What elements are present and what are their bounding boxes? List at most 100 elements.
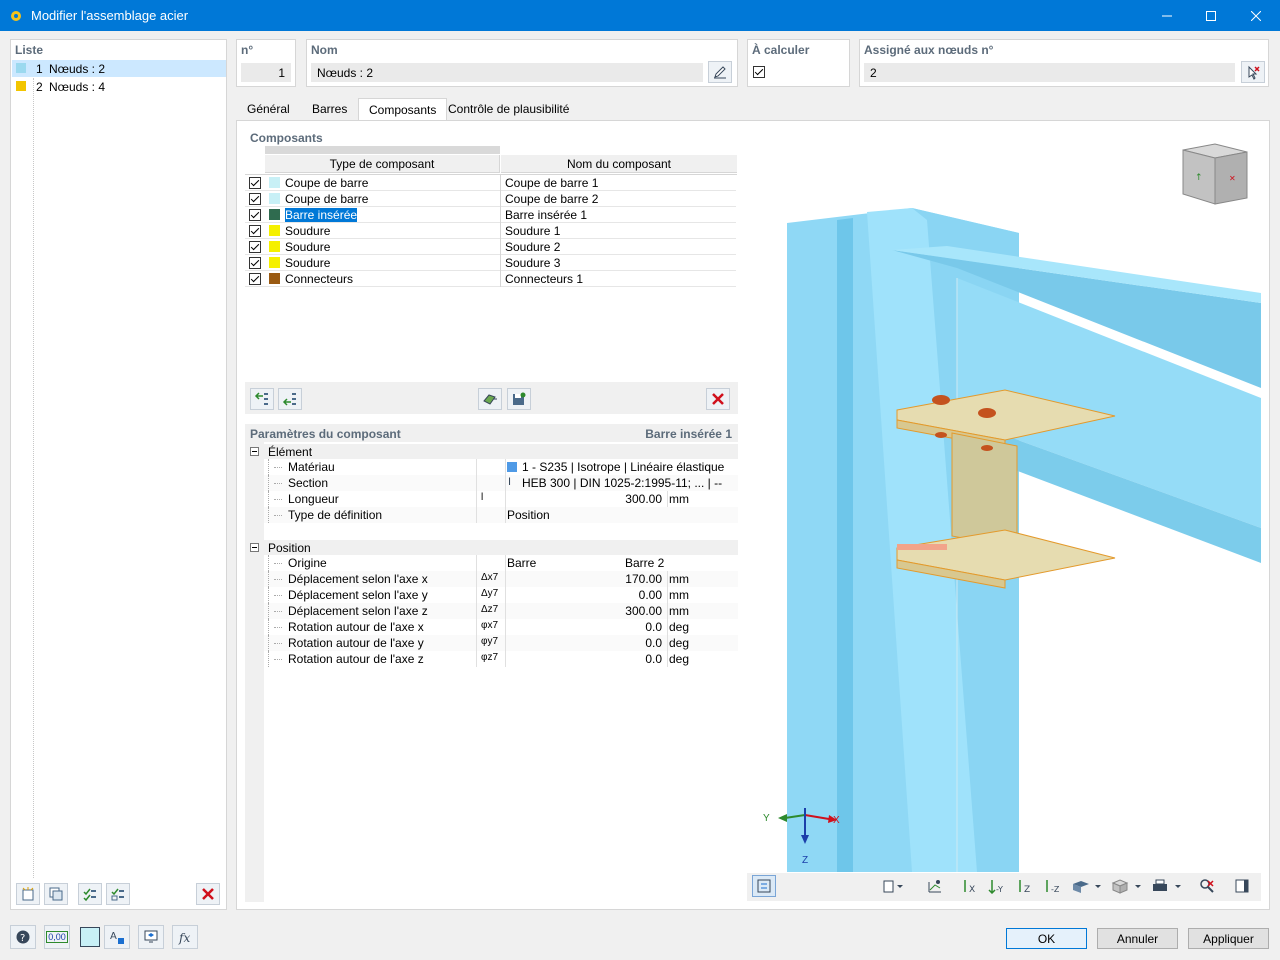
component-checkbox[interactable] (249, 225, 261, 237)
component-checkbox[interactable] (249, 209, 261, 221)
param-value[interactable]: 1 - S235 | Isotrope | Linéaire élastique (522, 460, 724, 474)
group-element[interactable]: Élément (245, 444, 738, 460)
param-row[interactable]: Matériau 1 - S235 | Isotrope | Linéaire é… (264, 459, 738, 475)
view-mode-button[interactable] (1109, 875, 1145, 897)
formula-button[interactable]: fx (172, 925, 198, 949)
column-divider (667, 603, 668, 619)
param-value[interactable]: 0.00 (507, 588, 662, 602)
component-checkbox[interactable] (249, 177, 261, 189)
param-value[interactable]: 0.0 (507, 620, 662, 634)
view-x-button[interactable]: X (957, 875, 981, 897)
view-minus-y-button[interactable]: -Y (985, 875, 1009, 897)
param-value[interactable]: 0.0 (507, 652, 662, 666)
param-row[interactable]: Déplacement selon l'axe y Δy7 0.00 mm (264, 587, 738, 603)
tab-plausibilite[interactable]: Contrôle de plausibilité (438, 98, 579, 121)
param-row[interactable]: Déplacement selon l'axe x Δx7 170.00 mm (264, 571, 738, 587)
new-item-button[interactable] (16, 883, 40, 905)
param-row[interactable]: Déplacement selon l'axe z Δz7 300.00 mm (264, 603, 738, 619)
insert-before-button[interactable] (250, 388, 274, 410)
view-minus-z-button[interactable]: -Z (1040, 875, 1064, 897)
maximize-button[interactable] (1188, 0, 1234, 31)
list-item-1[interactable]: 1 Nœuds : 2 (12, 60, 226, 77)
calculate-label: À calculer (752, 43, 810, 57)
component-row[interactable]: Soudure Soudure 1 (245, 223, 736, 239)
cancel-button[interactable]: Annuler (1097, 928, 1178, 949)
save-component-button[interactable] (507, 388, 531, 410)
calculate-checkbox[interactable] (753, 66, 765, 78)
copy-item-button[interactable] (44, 883, 68, 905)
param-value[interactable]: 170.00 (507, 572, 662, 586)
view-z-button[interactable]: Z (1012, 875, 1036, 897)
units-button[interactable]: 0,00 (44, 925, 70, 949)
list-item-2[interactable]: 2 Nœuds : 4 (12, 78, 226, 95)
help-button[interactable]: ? (10, 925, 36, 949)
param-value[interactable]: 300.00 (507, 492, 662, 506)
param-row[interactable]: Longueur l 300.00 mm (264, 491, 738, 507)
tab-composants[interactable]: Composants (358, 98, 448, 121)
component-type: Coupe de barre (285, 192, 369, 206)
iso-view-button[interactable] (1069, 875, 1105, 897)
column-divider (476, 475, 477, 491)
view-3d[interactable]: ↑ ✕ X Y Z (747, 128, 1261, 872)
iso-view-icon (1073, 881, 1101, 893)
param-row[interactable]: Rotation autour de l'axe z φz7 0.0 deg (264, 651, 738, 667)
group-position[interactable]: Position (245, 540, 738, 556)
param-value-2[interactable]: Barre 2 (625, 556, 664, 570)
apply-button[interactable]: Appliquer (1188, 928, 1269, 949)
text-format-button[interactable]: A (104, 925, 130, 949)
column-header-name[interactable]: Nom du composant (501, 155, 737, 173)
print-button[interactable] (1149, 875, 1185, 897)
delete-component-button[interactable] (706, 388, 730, 410)
param-row[interactable]: Rotation autour de l'axe y φy7 0.0 deg (264, 635, 738, 651)
close-button[interactable] (1233, 0, 1279, 31)
component-row[interactable]: Connecteurs Connecteurs 1 (245, 271, 736, 287)
component-checkbox[interactable] (249, 241, 261, 253)
param-row[interactable]: Type de définition Position (264, 507, 738, 523)
component-color (269, 177, 280, 188)
navigation-cube[interactable]: ↑ ✕ (1182, 143, 1248, 205)
param-value[interactable]: Position (507, 508, 550, 522)
ok-button[interactable]: OK (1006, 928, 1087, 949)
delete-item-button[interactable] (196, 883, 220, 905)
component-checkbox[interactable] (249, 193, 261, 205)
toggle-panel-button[interactable] (1230, 875, 1254, 897)
name-field[interactable]: Nœuds : 2 (311, 63, 703, 82)
param-value[interactable]: Barre (507, 556, 536, 570)
component-checkbox[interactable] (249, 273, 261, 285)
param-symbol: Δx7 (481, 572, 499, 583)
component-checkbox[interactable] (249, 257, 261, 269)
column-header-type[interactable]: Type de composant (265, 155, 500, 173)
component-row[interactable]: Coupe de barre Coupe de barre 1 (245, 175, 736, 191)
component-row[interactable]: Barre insérée Barre insérée 1 (245, 207, 736, 223)
toggle-check-button[interactable] (106, 883, 130, 905)
title-bar: Modifier l'assemblage acier (0, 0, 1280, 31)
check-all-button[interactable] (78, 883, 102, 905)
view-sync-button[interactable] (752, 875, 776, 897)
render-options-button[interactable] (923, 875, 947, 897)
display-options-button[interactable] (881, 875, 905, 897)
display-settings-button[interactable] (138, 925, 164, 949)
pick-nodes-button[interactable] (1241, 61, 1265, 83)
minimize-button[interactable] (1144, 0, 1190, 31)
param-row[interactable]: Section HEB 300 | DIN 1025-2:1995-11; ...… (264, 475, 738, 491)
color-swatch-button[interactable] (80, 927, 100, 947)
number-field[interactable]: 1 (241, 63, 291, 82)
param-row[interactable]: Origine Barre Barre 2 (264, 555, 738, 571)
units-icon: 0,00 (46, 931, 68, 943)
component-row[interactable]: Coupe de barre Coupe de barre 2 (245, 191, 736, 207)
param-label: Origine (288, 556, 327, 570)
reset-view-button[interactable] (1195, 875, 1219, 897)
tab-general[interactable]: Général (237, 98, 300, 121)
param-value[interactable]: 0.0 (507, 636, 662, 650)
param-value[interactable]: HEB 300 | DIN 1025-2:1995-11; ... | -- (522, 476, 722, 490)
edit-name-button[interactable] (708, 61, 732, 83)
component-row[interactable]: Soudure Soudure 2 (245, 239, 736, 255)
param-row[interactable]: Rotation autour de l'axe x φx7 0.0 deg (264, 619, 738, 635)
component-library-button[interactable] (478, 388, 502, 410)
param-value[interactable]: 300.00 (507, 604, 662, 618)
param-label: Rotation autour de l'axe z (288, 652, 424, 666)
insert-after-button[interactable] (278, 388, 302, 410)
component-row[interactable]: Soudure Soudure 3 (245, 255, 736, 271)
assigned-field[interactable]: 2 (864, 63, 1235, 82)
tab-barres[interactable]: Barres (302, 98, 357, 121)
